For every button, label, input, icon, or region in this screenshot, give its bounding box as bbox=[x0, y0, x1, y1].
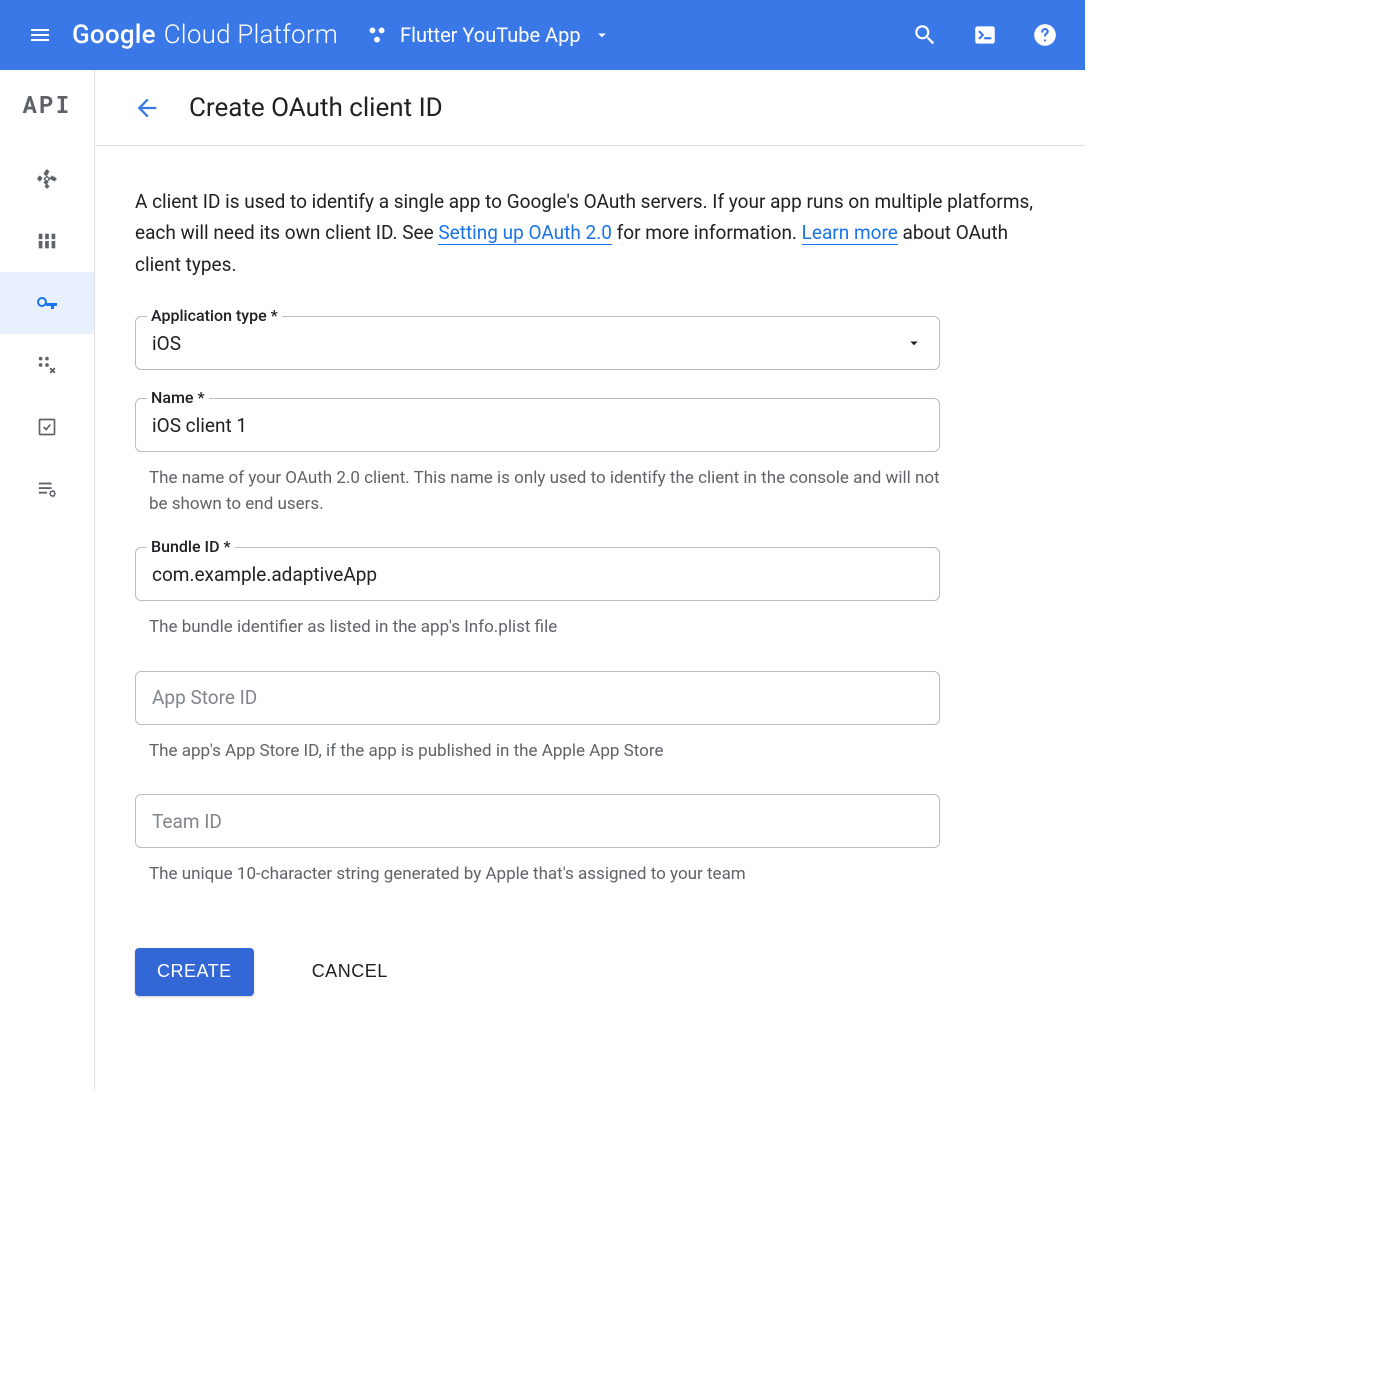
cancel-button[interactable]: CANCEL bbox=[290, 948, 410, 996]
search-icon bbox=[912, 22, 938, 48]
sidebar-api-label: API bbox=[22, 88, 71, 120]
team-id-input[interactable] bbox=[152, 810, 923, 833]
cloud-shell-button[interactable] bbox=[969, 19, 1001, 51]
app-type-value: iOS bbox=[152, 332, 181, 355]
app-store-id-input[interactable] bbox=[152, 686, 923, 709]
cloud-shell-icon bbox=[972, 22, 998, 48]
name-label: Name * bbox=[147, 388, 209, 407]
back-button[interactable] bbox=[127, 88, 167, 128]
team-id-help: The unique 10-character string generated… bbox=[149, 862, 954, 888]
app-type-label: Application type * bbox=[147, 306, 282, 325]
project-name: Flutter YouTube App bbox=[400, 23, 581, 47]
help-button[interactable] bbox=[1029, 19, 1061, 51]
page-title: Create OAuth client ID bbox=[189, 93, 443, 123]
intro-part2: for more information. bbox=[612, 221, 802, 244]
brand-rest: Cloud Platform bbox=[164, 20, 338, 50]
checkbox-icon bbox=[37, 417, 57, 437]
menu-button[interactable] bbox=[16, 11, 64, 59]
bundle-id-input[interactable] bbox=[152, 563, 923, 586]
consent-icon bbox=[36, 354, 58, 376]
bundle-id-label: Bundle ID * bbox=[147, 537, 235, 556]
sidebar-item-credentials[interactable] bbox=[0, 272, 94, 334]
brand-google: Google bbox=[72, 20, 156, 50]
sidebar: API bbox=[0, 70, 95, 1090]
sidebar-item-dashboard[interactable] bbox=[0, 148, 94, 210]
app-store-id-help: The app's App Store ID, if the app is pu… bbox=[149, 739, 954, 765]
topbar-actions bbox=[909, 19, 1061, 51]
actions: CREATE CANCEL bbox=[135, 948, 1035, 996]
link-learn-more[interactable]: Learn more bbox=[802, 221, 898, 245]
help-icon bbox=[1032, 22, 1058, 48]
hamburger-icon bbox=[28, 23, 52, 47]
topbar: Google Cloud Platform Flutter YouTube Ap… bbox=[0, 0, 1085, 70]
dashboard-icon bbox=[36, 168, 58, 190]
chevron-down-icon bbox=[905, 334, 923, 352]
sidebar-item-oauth-consent[interactable] bbox=[0, 334, 94, 396]
search-button[interactable] bbox=[909, 19, 941, 51]
link-setting-up-oauth[interactable]: Setting up OAuth 2.0 bbox=[438, 221, 612, 245]
sidebar-item-library[interactable] bbox=[0, 210, 94, 272]
project-selector[interactable]: Flutter YouTube App bbox=[366, 23, 611, 47]
key-icon bbox=[35, 291, 59, 315]
name-input[interactable] bbox=[152, 414, 923, 437]
create-button[interactable]: CREATE bbox=[135, 948, 254, 996]
content: A client ID is used to identify a single… bbox=[95, 146, 1075, 1036]
brand: Google Cloud Platform bbox=[72, 20, 338, 50]
chevron-down-icon bbox=[593, 26, 611, 44]
list-settings-icon bbox=[36, 478, 58, 500]
main: Create OAuth client ID A client ID is us… bbox=[95, 70, 1085, 1090]
project-icon bbox=[366, 24, 388, 46]
library-icon bbox=[36, 230, 58, 252]
page-header: Create OAuth client ID bbox=[95, 70, 1085, 146]
intro-text: A client ID is used to identify a single… bbox=[135, 186, 1035, 280]
arrow-left-icon bbox=[133, 94, 161, 122]
bundle-id-help: The bundle identifier as listed in the a… bbox=[149, 615, 954, 641]
sidebar-item-domain-verification[interactable] bbox=[0, 396, 94, 458]
sidebar-item-page-usage[interactable] bbox=[0, 458, 94, 520]
name-help: The name of your OAuth 2.0 client. This … bbox=[149, 466, 954, 517]
